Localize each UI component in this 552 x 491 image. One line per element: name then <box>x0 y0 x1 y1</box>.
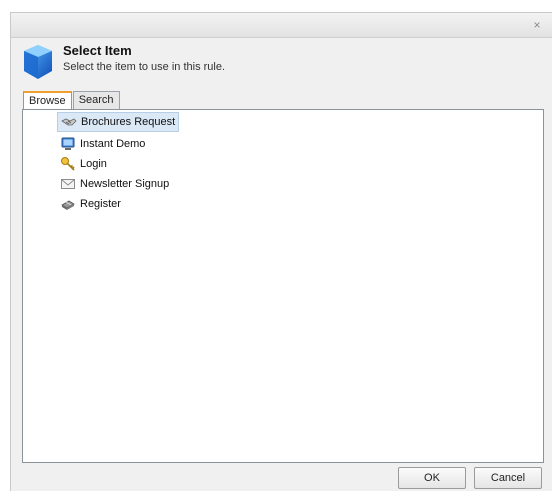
tree-item-newsletter-signup[interactable]: Newsletter Signup <box>57 174 179 194</box>
tree-item-label[interactable]: Brochures Request <box>81 113 175 131</box>
dialog-title: Select Item <box>63 43 132 58</box>
tree-item-brochures-request[interactable]: Brochures Request <box>57 112 180 132</box>
tree-item-label[interactable]: Register <box>80 194 121 214</box>
register-book-icon <box>61 200 75 210</box>
tree-item-label[interactable]: Login <box>80 154 107 174</box>
tree-item-register[interactable]: Register <box>57 194 179 214</box>
browse-panel: Brochures Request Instant Demo Login New… <box>22 109 544 463</box>
handshake-icon <box>61 118 77 126</box>
tree-item-instant-demo[interactable]: Instant Demo <box>57 134 179 154</box>
ok-button[interactable]: OK <box>398 467 466 489</box>
tab-browse[interactable]: Browse <box>23 91 72 111</box>
tree-item-label[interactable]: Instant Demo <box>80 134 145 154</box>
dialog-header: Select Item Select the item to use in th… <box>11 38 552 90</box>
close-icon[interactable]: × <box>533 18 540 32</box>
envelope-icon <box>61 179 75 189</box>
close-button[interactable]: × <box>530 18 544 32</box>
tab-strip: Browse Search <box>23 91 121 111</box>
monitor-icon <box>61 137 75 150</box>
tab-search[interactable]: Search <box>72 91 120 109</box>
cancel-button[interactable]: Cancel <box>474 467 542 489</box>
item-tree: Brochures Request Instant Demo Login New… <box>57 112 180 214</box>
tree-item-login[interactable]: Login <box>57 154 179 174</box>
dialog-subtitle: Select the item to use in this rule. <box>63 61 226 73</box>
cube-icon <box>24 45 52 79</box>
dialog-buttons: OK Cancel <box>390 467 542 489</box>
key-icon <box>61 157 75 171</box>
dialog-titlebar[interactable]: × <box>11 13 552 38</box>
select-item-dialog: × Select Item Select the item to use in … <box>10 12 552 491</box>
tree-item-label[interactable]: Newsletter Signup <box>80 174 169 194</box>
